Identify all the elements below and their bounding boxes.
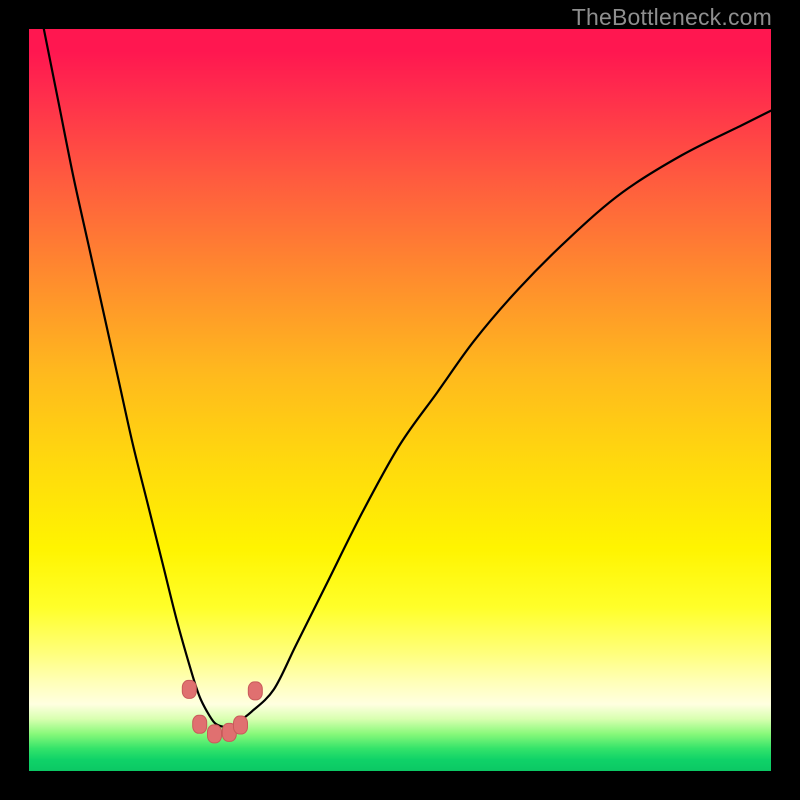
marker-dot <box>248 682 262 700</box>
marker-dot <box>182 680 196 698</box>
chart-frame: TheBottleneck.com <box>0 0 800 800</box>
marker-dot <box>234 716 248 734</box>
plot-area <box>29 29 771 771</box>
marker-dot <box>193 715 207 733</box>
watermark-text: TheBottleneck.com <box>572 4 772 31</box>
marker-dot <box>208 725 222 743</box>
bottleneck-curve <box>44 29 771 727</box>
curve-layer <box>29 29 771 771</box>
